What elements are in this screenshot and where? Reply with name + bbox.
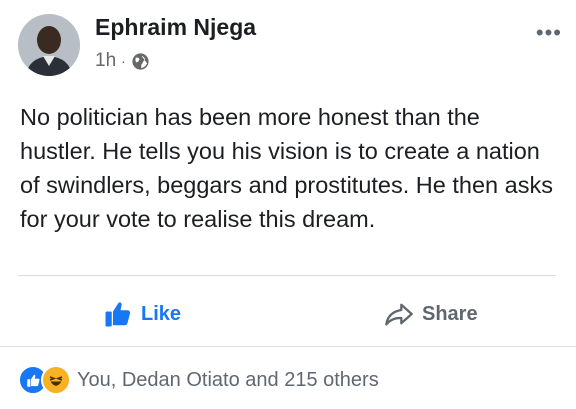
- share-button[interactable]: Share: [384, 296, 478, 332]
- like-label: Like: [141, 302, 182, 325]
- post-time[interactable]: 1h: [95, 50, 116, 72]
- like-button[interactable]: Like: [103, 296, 181, 332]
- post-header: Ephraim Njega 1h · •••: [0, 0, 576, 90]
- avatar-image: [18, 14, 80, 76]
- divider: [0, 346, 576, 347]
- author-avatar[interactable]: [18, 14, 80, 76]
- thumbs-up-icon: [105, 302, 130, 327]
- reactions-summary[interactable]: You, Dedan Otiato and 215 others: [18, 365, 379, 395]
- share-icon: [385, 303, 413, 326]
- post-meta: 1h ·: [95, 50, 150, 72]
- author-name[interactable]: Ephraim Njega: [95, 14, 256, 41]
- meta-separator: ·: [121, 53, 126, 69]
- divider: [18, 275, 556, 276]
- more-options-icon[interactable]: •••: [536, 20, 562, 46]
- reactions-text: You, Dedan Otiato and 215 others: [77, 368, 379, 391]
- haha-reaction-icon: [41, 365, 71, 395]
- share-label: Share: [422, 302, 478, 325]
- post-body: No politician has been more honest than …: [20, 104, 553, 232]
- globe-icon: [132, 52, 149, 70]
